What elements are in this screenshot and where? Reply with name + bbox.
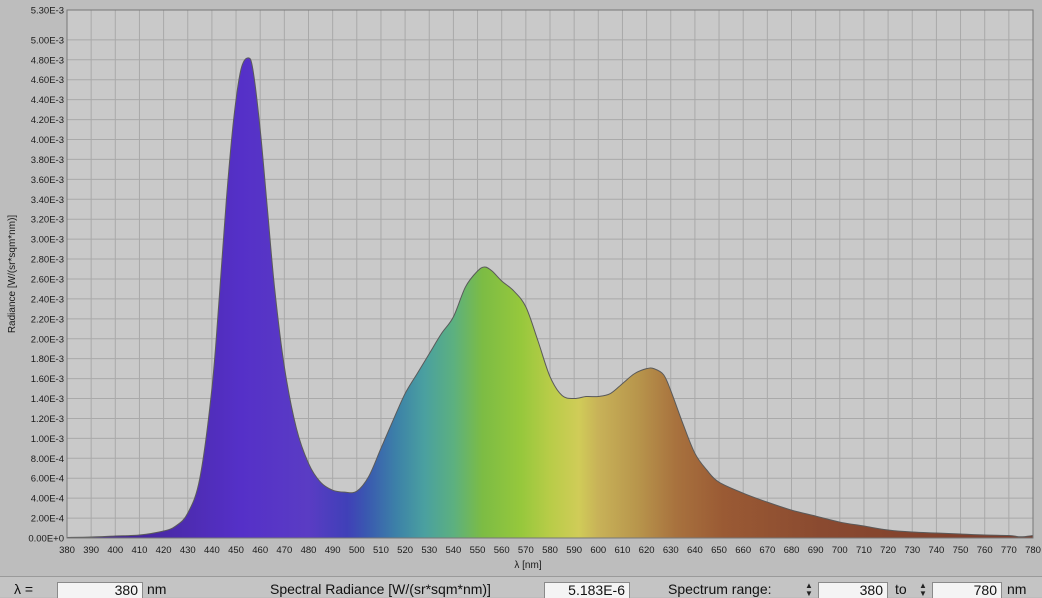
x-tick-label: 560 [494, 545, 510, 556]
x-tick-label: 480 [301, 545, 317, 556]
y-tick-label: 4.60E-3 [31, 75, 64, 86]
y-tick-label: 0.00E+0 [28, 534, 64, 545]
x-tick-label: 590 [566, 545, 582, 556]
y-tick-label: 3.00E-3 [31, 235, 64, 246]
x-tick-label: 780 [1025, 545, 1041, 556]
lambda-label: λ = [14, 581, 34, 597]
x-tick-label: 680 [784, 545, 800, 556]
range-unit: nm [1007, 581, 1027, 597]
range-from-spinner-icon[interactable]: ▲ ▼ [803, 582, 815, 598]
y-tick-label: 1.00E-3 [31, 434, 64, 445]
y-tick-label: 4.20E-3 [31, 115, 64, 126]
x-tick-label: 490 [325, 545, 341, 556]
y-tick-label: 4.00E-4 [31, 494, 64, 505]
y-tick-label: 5.00E-3 [31, 35, 64, 46]
x-tick-label: 450 [228, 545, 244, 556]
x-tick-label: 440 [204, 545, 220, 556]
y-tick-label: 3.20E-3 [31, 215, 64, 226]
x-tick-label: 550 [470, 545, 486, 556]
x-tick-label: 400 [107, 545, 123, 556]
x-tick-label: 570 [518, 545, 534, 556]
y-tick-label: 1.60E-3 [31, 374, 64, 385]
y-tick-label: 2.80E-3 [31, 255, 64, 266]
x-tick-label: 580 [542, 545, 558, 556]
x-tick-label: 410 [132, 545, 148, 556]
x-tick-label: 470 [276, 545, 292, 556]
x-tick-labels: 380 390 400 410 420 430 440 450 460 470 480 490 500 5… [59, 545, 1041, 556]
y-tick-label: 6.00E-4 [31, 474, 64, 485]
x-tick-label: 770 [1001, 545, 1017, 556]
spectrum-chart: 0.00E+0 2.00E-4 4.00E-4 6.00E-4 8.00E-4 1.00E… [7, 6, 1041, 572]
x-tick-label: 760 [977, 545, 993, 556]
y-tick-label: 3.60E-3 [31, 175, 64, 186]
y-tick-label: 4.80E-3 [31, 55, 64, 66]
x-tick-label: 620 [639, 545, 655, 556]
x-tick-label: 520 [397, 545, 413, 556]
y-tick-label: 5.30E-3 [31, 6, 64, 17]
y-tick-label: 1.80E-3 [31, 354, 64, 365]
x-tick-label: 630 [663, 545, 679, 556]
y-tick-label: 2.60E-3 [31, 274, 64, 285]
x-tick-label: 700 [832, 545, 848, 556]
y-tick-label: 2.00E-3 [31, 334, 64, 345]
x-tick-label: 750 [953, 545, 969, 556]
x-tick-label: 710 [856, 545, 872, 556]
y-tick-label: 2.20E-3 [31, 314, 64, 325]
bottom-status-bar: λ = 380 nm Spectral Radiance [W/(sr*sqm*… [0, 576, 1042, 598]
x-tick-label: 730 [904, 545, 920, 556]
y-tick-label: 1.20E-3 [31, 414, 64, 425]
x-tick-label: 430 [180, 545, 196, 556]
x-tick-label: 690 [808, 545, 824, 556]
radiance-label: Spectral Radiance [W/(sr*sqm*nm)] [270, 581, 491, 597]
range-to-label: to [895, 581, 907, 597]
x-tick-label: 510 [373, 545, 389, 556]
y-tick-labels: 0.00E+0 2.00E-4 4.00E-4 6.00E-4 8.00E-4 1.00E… [28, 6, 64, 545]
y-tick-label: 4.00E-3 [31, 135, 64, 146]
x-tick-label: 540 [445, 545, 461, 556]
y-tick-label: 3.40E-3 [31, 195, 64, 206]
range-to-spinner-icon[interactable]: ▲ ▼ [917, 582, 929, 598]
y-tick-label: 8.00E-4 [31, 454, 64, 465]
y-tick-label: 3.80E-3 [31, 155, 64, 166]
lambda-unit: nm [147, 581, 167, 597]
x-tick-label: 640 [687, 545, 703, 556]
x-tick-label: 670 [759, 545, 775, 556]
x-tick-label: 380 [59, 545, 75, 556]
y-axis-label: Radiance [W/(sr*sqm*nm)] [7, 215, 18, 334]
y-tick-label: 4.40E-3 [31, 95, 64, 106]
x-tick-label: 610 [615, 545, 631, 556]
x-tick-label: 720 [880, 545, 896, 556]
x-tick-label: 600 [590, 545, 606, 556]
x-tick-label: 460 [252, 545, 268, 556]
x-tick-label: 740 [928, 545, 944, 556]
y-tick-label: 2.40E-3 [31, 294, 64, 305]
x-tick-label: 650 [711, 545, 727, 556]
y-tick-label: 2.00E-4 [31, 514, 64, 525]
x-tick-label: 500 [349, 545, 365, 556]
spectrum-range-label: Spectrum range: [668, 581, 772, 597]
y-tick-label: 1.40E-3 [31, 394, 64, 405]
x-tick-label: 660 [735, 545, 751, 556]
x-tick-label: 530 [421, 545, 437, 556]
x-axis-label: λ [nm] [514, 560, 541, 571]
x-tick-label: 390 [83, 545, 99, 556]
x-tick-label: 420 [156, 545, 172, 556]
